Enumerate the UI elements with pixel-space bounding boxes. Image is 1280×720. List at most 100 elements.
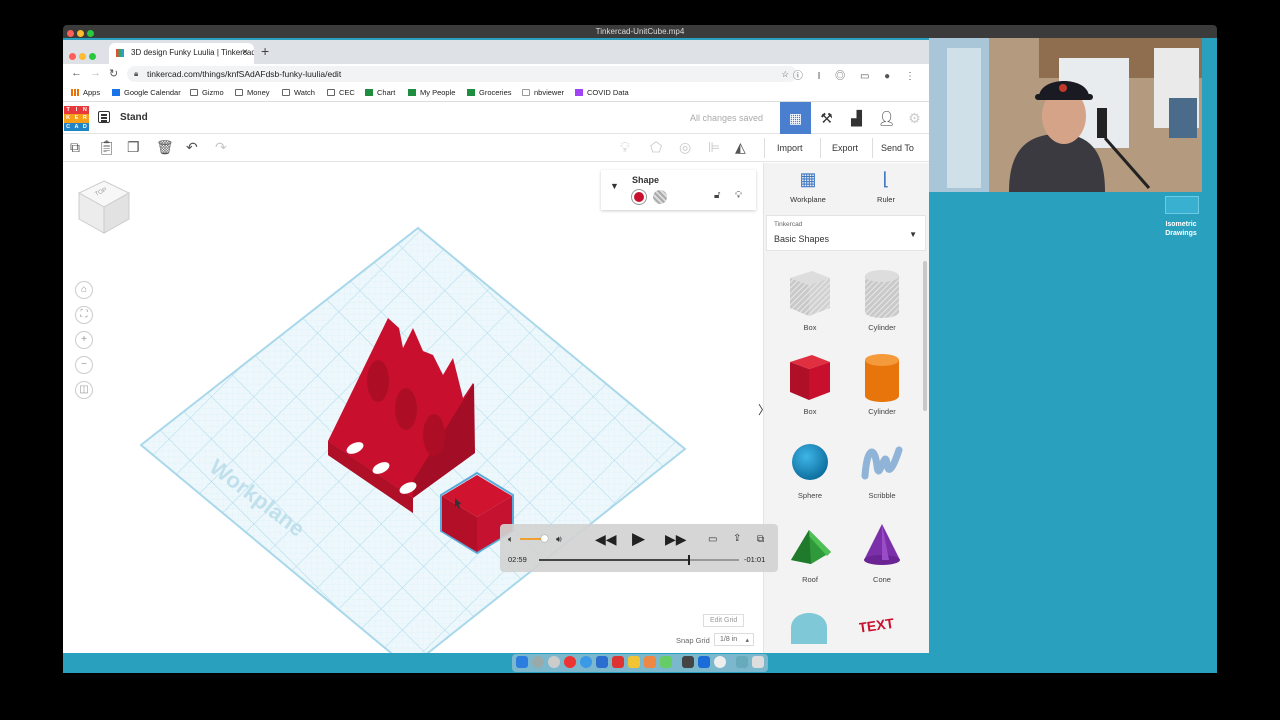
collapse-inspector-icon[interactable]: ▼ [610, 181, 619, 191]
messages-icon[interactable] [660, 656, 672, 668]
launchpad-icon[interactable] [548, 656, 560, 668]
shape-cone[interactable]: Cone [846, 510, 918, 594]
export-button[interactable]: Export [825, 139, 865, 157]
bookmark-cec[interactable]: CEC [327, 88, 355, 97]
volume-knob[interactable] [540, 535, 548, 542]
bookmark-chart[interactable]: Chart [365, 88, 395, 97]
scrub-handle[interactable] [688, 555, 691, 565]
bookmark-groceries[interactable]: Groceries [467, 88, 512, 97]
ungroup-icon[interactable]: ◎ [679, 139, 691, 156]
bookmark-apps[interactable]: Apps [71, 88, 100, 97]
edit-grid-button[interactable]: Edit Grid [703, 614, 745, 627]
profile-button[interactable]: ⚙ [899, 102, 930, 134]
workplane-tool[interactable]: ▦ Workplane [778, 169, 838, 204]
shape-round-roof[interactable] [774, 594, 846, 653]
shape-sphere[interactable]: Sphere [774, 426, 846, 510]
shape-cylinder-gray[interactable]: Cylinder [846, 258, 918, 342]
design-canvas[interactable]: Workplane TOP ⌂ ⛶ + − ◫ ▼ Shape 🔓︎ 💡︎ Ed… [63, 163, 763, 653]
redo-icon[interactable]: ↷ [215, 139, 227, 156]
fast-forward-icon[interactable]: ▶▶ [665, 531, 687, 548]
url-field[interactable]: 🔒︎ tinkercad.com/things/knfSAdAFdsb-funk… [127, 66, 797, 82]
bricks-button[interactable]: ▟ [841, 102, 872, 134]
calendar-icon[interactable] [612, 656, 624, 668]
3d-view-button[interactable]: ▦ [780, 102, 811, 134]
airplay-icon[interactable]: ▭ [708, 534, 717, 545]
zoom-out-button[interactable]: − [75, 356, 93, 374]
new-tab-button[interactable]: + [261, 43, 269, 59]
finder-icon[interactable] [516, 656, 528, 668]
undo-icon[interactable]: ↶ [186, 139, 198, 156]
build-button[interactable]: ⚒ [811, 102, 842, 134]
shapes-scrollbar[interactable] [923, 261, 927, 411]
workplane-grid[interactable]: Workplane [63, 163, 763, 653]
play-icon[interactable]: ▶ [632, 529, 645, 549]
shape-scribble[interactable]: Scribble [846, 426, 918, 510]
bookmark-money[interactable]: Money [235, 88, 270, 97]
shape-library-select[interactable]: Tinkercad Basic Shapes ▼ [766, 215, 926, 251]
browser-window-controls[interactable] [69, 47, 99, 65]
mail-icon[interactable] [596, 656, 608, 668]
share-icon[interactable]: ⇪ [733, 533, 741, 544]
shape-text[interactable]: TEXT [846, 594, 918, 653]
hole-swatch[interactable] [653, 190, 667, 204]
light-bulb-icon[interactable]: 💡︎ [620, 139, 630, 156]
ruler-tool[interactable]: ⌊ Ruler [856, 169, 916, 204]
shape-cylinder-orange[interactable]: Cylinder [846, 342, 918, 426]
bookmark-my-people[interactable]: My People [408, 88, 455, 97]
zoom-in-button[interactable]: + [75, 331, 93, 349]
view-cube[interactable]: TOP [77, 179, 131, 235]
home-view-button[interactable]: ⌂ [75, 281, 93, 299]
bookmark-covid-data[interactable]: COVID Data [575, 88, 629, 97]
app-store-icon[interactable] [698, 656, 710, 668]
group-icon[interactable]: ⬠ [650, 139, 662, 156]
chevron-down-icon: ▼ [909, 230, 917, 239]
lock-icon[interactable]: 🔓︎ [714, 190, 720, 201]
tinkercad-logo[interactable]: TIN KER CAD [64, 106, 89, 131]
send-to-button[interactable]: Send To [874, 139, 921, 157]
forward-icon[interactable]: → [90, 67, 101, 79]
ortho-view-button[interactable]: ◫ [75, 381, 93, 399]
tab-close-icon[interactable]: × [242, 43, 248, 63]
extension-icons[interactable]: ⓘ I ◎ ▭ ● ⋮ [793, 67, 921, 82]
delete-icon[interactable]: 🗑︎ [156, 139, 174, 156]
chrome-icon[interactable] [564, 656, 576, 668]
quicktime-icon[interactable] [714, 656, 726, 668]
reload-icon[interactable]: ↻ [109, 67, 118, 80]
duplicate-icon[interactable]: ❐ [127, 139, 140, 156]
photos-icon[interactable] [644, 656, 656, 668]
back-icon[interactable]: ← [71, 67, 82, 79]
snap-grid-select[interactable]: 1/8 in ▴ [714, 633, 754, 646]
bookmark-watch[interactable]: Watch [282, 88, 315, 97]
safari-icon[interactable] [580, 656, 592, 668]
bookmark-gizmo[interactable]: Gizmo [190, 88, 224, 97]
import-button[interactable]: Import [770, 139, 810, 157]
shape-box-gray[interactable]: Box [774, 258, 846, 342]
volume-mute-icon[interactable]: 🔈︎ [508, 534, 513, 545]
bookmark-nbviewer[interactable]: nbviewer [522, 88, 564, 97]
browser-tab[interactable]: 3D design Funky Luulia | Tinkercad × [109, 43, 254, 64]
mirror-icon[interactable]: ◭ [735, 139, 746, 156]
shape-box-red[interactable]: Box [774, 342, 846, 426]
solid-color-swatch[interactable] [632, 190, 646, 204]
isometric-drawings-folder-icon[interactable] [1165, 196, 1199, 214]
fit-view-button[interactable]: ⛶ [75, 306, 93, 324]
add-user-button[interactable]: 👤︎ [871, 102, 902, 134]
picture-in-picture-icon[interactable]: ⧉ [757, 534, 764, 545]
rewind-icon[interactable]: ◀◀ [595, 531, 617, 548]
shape-roof[interactable]: Roof [774, 510, 846, 594]
paste-icon[interactable]: 📋︎ [98, 139, 116, 156]
notes-icon[interactable] [628, 656, 640, 668]
desktop-icon-label[interactable]: Isometric Drawings [1153, 220, 1209, 238]
siri-icon[interactable] [532, 656, 544, 668]
downloads-icon[interactable] [736, 656, 748, 668]
design-name[interactable]: Stand [120, 112, 148, 123]
trash-icon[interactable] [752, 656, 764, 668]
copy-icon[interactable]: ⧉ [70, 139, 80, 156]
terminal-icon[interactable] [682, 656, 694, 668]
design-list-icon[interactable] [98, 111, 110, 123]
align-icon[interactable]: ⊫ [708, 139, 720, 156]
visibility-bulb-icon[interactable]: 💡︎ [735, 190, 742, 201]
bookmark-star-icon[interactable]: ☆ [781, 66, 789, 82]
bookmark-google-calendar[interactable]: Google Calendar [112, 88, 181, 97]
volume-max-icon[interactable]: 🔊︎ [556, 534, 562, 545]
